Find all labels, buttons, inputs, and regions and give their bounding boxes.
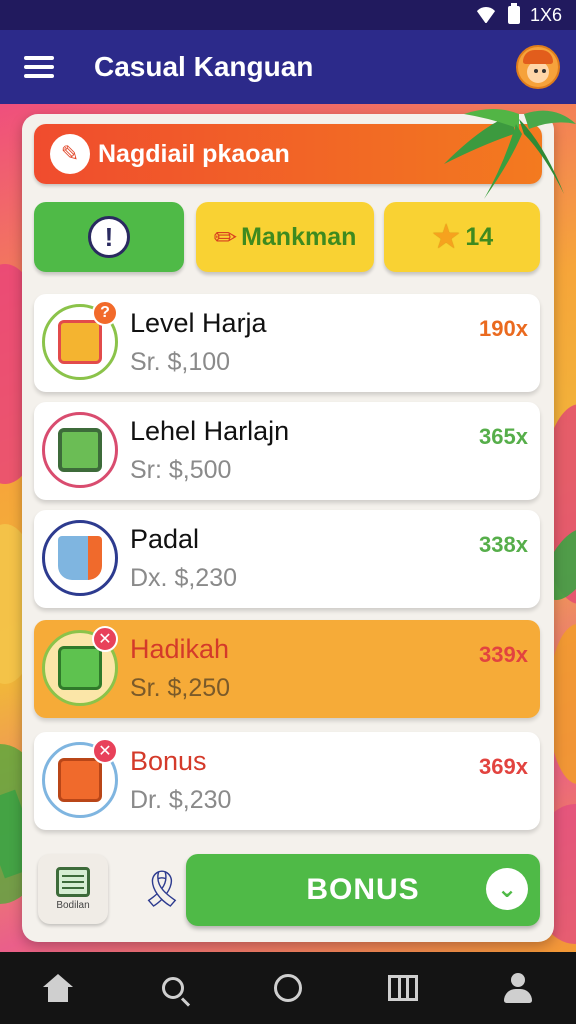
- tablet-icon: [42, 412, 118, 488]
- calendar-icon: [56, 867, 90, 897]
- badge-icon: ✕: [92, 738, 118, 764]
- item-score: 339x: [479, 642, 528, 667]
- app-title: Casual Kanguan: [94, 51, 314, 82]
- cup-icon: [42, 520, 118, 596]
- item-title: Lehel Harlajn: [130, 416, 290, 446]
- item-price: Dx. $,230: [130, 564, 238, 592]
- brush-icon: ✎: [50, 134, 90, 174]
- mankman-chip[interactable]: ✏ Mankman: [196, 202, 374, 272]
- alert-icon: !: [88, 216, 130, 258]
- home-icon: [42, 974, 73, 1002]
- avatar[interactable]: [516, 45, 560, 89]
- nav-profile[interactable]: [493, 963, 543, 1013]
- list-item[interactable]: ? Level Harja Sr. $,100 190x: [34, 294, 540, 392]
- badge-icon: ?: [92, 300, 118, 326]
- pencil-icon: ✏: [213, 221, 238, 253]
- menu-icon[interactable]: [24, 56, 54, 78]
- user-icon: [503, 973, 533, 1003]
- item-score: 369x: [479, 754, 528, 779]
- nav-circle[interactable]: [263, 963, 313, 1013]
- chevron-down-icon: ⌄: [486, 868, 528, 910]
- nav-home[interactable]: [33, 963, 83, 1013]
- schedule-label: Bodilan: [56, 900, 90, 911]
- bonus-button[interactable]: BONUS ⌄: [186, 854, 540, 926]
- item-title: Hadikah: [130, 634, 230, 664]
- list-item[interactable]: ✕ Bonus Dr. $,230 369x: [34, 732, 540, 830]
- item-title: Level Harja: [130, 308, 267, 338]
- alert-chip[interactable]: !: [34, 202, 184, 272]
- stars-chip[interactable]: ★ 14: [384, 202, 540, 272]
- item-score: 338x: [479, 532, 528, 557]
- battery-icon: [507, 3, 520, 24]
- status-time: 1X6: [529, 4, 562, 25]
- banner-title: Nagdiail pkaoan: [98, 139, 290, 168]
- item-price: Sr. $,250: [130, 674, 231, 702]
- item-score: 190x: [479, 316, 528, 341]
- map-icon: [388, 975, 419, 1001]
- item-score: 365x: [479, 424, 528, 449]
- nav-map[interactable]: [378, 963, 428, 1013]
- star-icon: ★: [430, 218, 462, 256]
- star-count: 14: [465, 222, 494, 251]
- ribbon-icon[interactable]: 🎗︎: [139, 864, 185, 914]
- bonus-label: BONUS: [306, 873, 420, 906]
- nav-search[interactable]: [148, 963, 198, 1013]
- list-item[interactable]: Lehel Harlajn Sr: $,500 365x: [34, 402, 540, 500]
- item-price: Dr. $,230: [130, 786, 232, 814]
- app-bar: Casual Kanguan: [0, 30, 576, 104]
- bottom-nav: [0, 952, 576, 1024]
- schedule-button[interactable]: Bodilan: [38, 854, 108, 924]
- item-price: Sr. $,100: [130, 348, 231, 376]
- status-bar: 1X6: [0, 0, 576, 30]
- chip-label: Mankman: [241, 222, 357, 251]
- list-item-selected[interactable]: ✕ Hadikah Sr. $,250 339x: [34, 620, 540, 718]
- bottom-actions: Bodilan 🎗︎ BONUS ⌄: [34, 846, 540, 932]
- wifi-icon: [474, 7, 498, 23]
- item-title: Padal: [130, 524, 200, 554]
- header-banner[interactable]: ✎ Nagdiail pkaoan: [34, 124, 542, 184]
- circle-icon: [273, 974, 302, 1002]
- badge-icon: ✕: [92, 626, 118, 652]
- search-icon: [161, 977, 184, 999]
- item-price: Sr: $,500: [130, 456, 232, 484]
- item-title: Bonus: [130, 746, 207, 776]
- list-item[interactable]: Padal Dx. $,230 338x: [34, 510, 540, 608]
